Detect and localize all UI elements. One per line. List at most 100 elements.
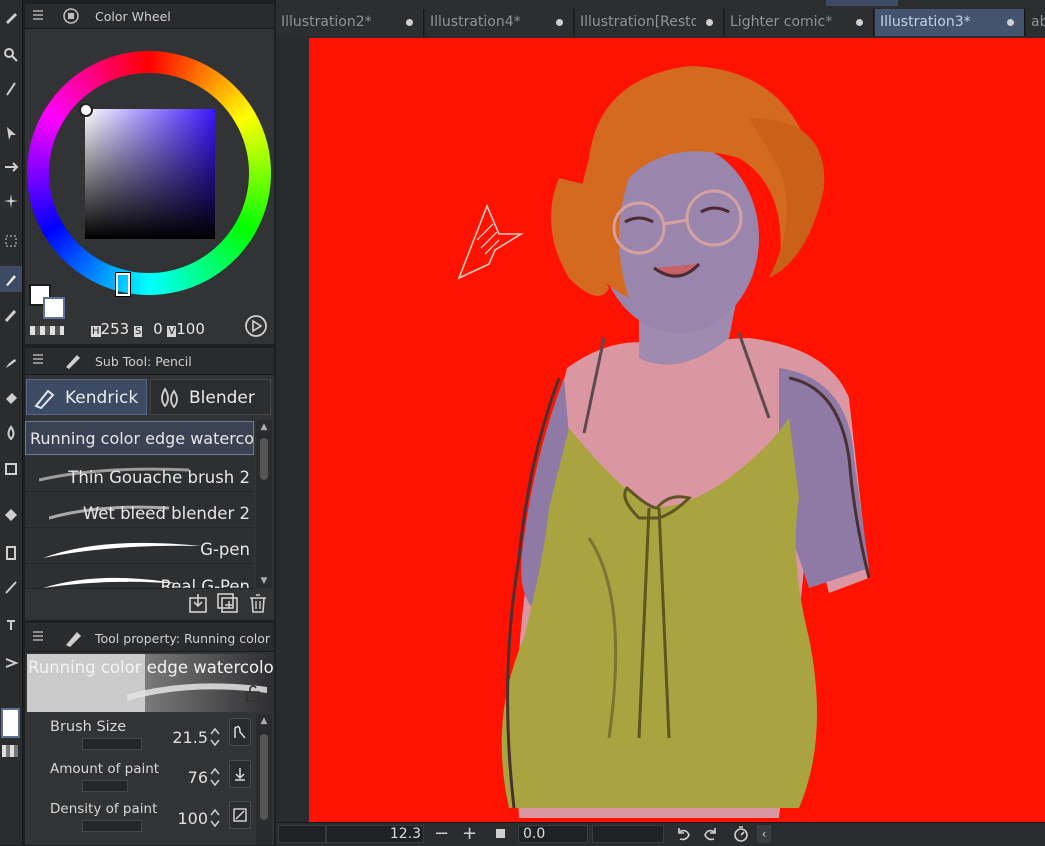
tab-label: Illustration2* (281, 14, 372, 30)
gradient-tool-button[interactable] (0, 502, 22, 528)
tab-illustration4[interactable]: Illustration4* (425, 9, 574, 36)
group-tab-kendrick[interactable]: Kendrick (26, 379, 147, 415)
sv-cursor[interactable] (79, 103, 93, 117)
scroll-down-icon[interactable]: ▼ (259, 576, 269, 586)
brush-item-g-pen[interactable]: G-pen (25, 528, 254, 564)
undo-icon[interactable] (674, 826, 692, 842)
hsv-readout: H253 S 0 V100 (91, 320, 205, 338)
tab-illustration2[interactable]: Illustration2* (276, 9, 424, 36)
scroll-thumb[interactable] (260, 734, 268, 820)
panel-grip-icon[interactable] (33, 354, 43, 364)
h-value[interactable]: 253 (101, 320, 130, 338)
amount-of-paint-label: Amount of paint (50, 761, 160, 777)
selection-tool-button[interactable] (0, 228, 22, 254)
tool-property-header: Tool property: Running color edge waterc… (25, 623, 274, 652)
rotation-field[interactable]: 0.0 (518, 825, 588, 843)
fit-button[interactable] (496, 829, 505, 838)
pen-tool-button[interactable] (0, 4, 22, 30)
scroll-thumb[interactable] (260, 438, 268, 480)
group-tab-label: Kendrick (65, 388, 139, 408)
move-tool-button[interactable] (0, 154, 22, 180)
property-scrollbar[interactable]: ▲ (256, 714, 272, 845)
zoom-in-button[interactable]: + (462, 823, 477, 844)
fill-tool-button[interactable] (0, 420, 22, 446)
s-value[interactable]: 0 (153, 320, 163, 338)
brush-name: Running color edge watercolor (28, 658, 273, 677)
zoom-out-button[interactable]: − (434, 823, 449, 844)
brush-size-slider[interactable] (82, 738, 142, 750)
tab-illustration3[interactable]: Illustration3* (875, 9, 1025, 36)
eraser-icon (6, 393, 17, 404)
pen-tool-active-button[interactable] (0, 266, 22, 292)
paint-settings-button[interactable] (229, 760, 251, 788)
scroll-up-icon[interactable]: ▲ (259, 422, 269, 432)
color-mode-toggle-icon[interactable] (244, 314, 268, 338)
zoom-tool-button[interactable] (0, 42, 22, 68)
brush-item-label: Real G-Pen (160, 577, 250, 589)
density-of-paint-value[interactable]: 100 (168, 809, 208, 828)
density-of-paint-slider[interactable] (82, 820, 142, 832)
gradient-icon (5, 509, 17, 521)
auto-select-tool-button[interactable] (0, 188, 22, 214)
reset-rotation-icon[interactable] (732, 825, 750, 843)
scroll-up-icon[interactable]: ▲ (259, 716, 269, 726)
download-icon (235, 768, 245, 781)
saturation-value-square[interactable] (85, 109, 215, 239)
status-bar: 12.3 − + 0.0 ‹ (276, 822, 1045, 846)
sub-color-swatch[interactable] (43, 297, 65, 319)
hue-cursor[interactable] (115, 272, 131, 297)
collapse-statusbar-button[interactable]: ‹ (757, 825, 771, 843)
brush-tool-button[interactable] (0, 350, 22, 376)
lock-icon[interactable] (245, 684, 261, 702)
brush-size-value[interactable]: 21.5 (168, 728, 208, 747)
decoration-tool-button[interactable] (0, 456, 22, 482)
ruler-icon (5, 581, 17, 594)
density-settings-button[interactable] (229, 801, 251, 829)
transparent-swatch[interactable] (30, 326, 64, 335)
rotation-slider[interactable] (592, 825, 664, 843)
brush-item-running-color-edge[interactable]: Running color edge watercolor (25, 421, 254, 455)
eyedropper-tool-button[interactable] (0, 302, 22, 328)
main-color-chip[interactable] (1, 708, 20, 738)
tab-ab[interactable]: ab (1026, 9, 1045, 36)
import-icon[interactable] (187, 592, 209, 614)
tab-lighter-comic[interactable]: Lighter comic* (725, 9, 874, 36)
navigator-slider[interactable] (278, 825, 326, 843)
redo-icon[interactable] (702, 826, 720, 842)
figure-tool-button[interactable] (0, 540, 22, 566)
balloon-tool-button[interactable] (0, 650, 22, 676)
tab-label: Illustration4* (430, 14, 521, 30)
ruler-tool-button[interactable] (0, 574, 22, 600)
brush-size-stepper[interactable] (209, 726, 221, 748)
brush-item-label: Thin Gouache brush 2 (68, 468, 250, 487)
sub-tool-header: Sub Tool: Pencil (25, 348, 274, 375)
toolbar-highlight[interactable] (826, 0, 898, 6)
v-value[interactable]: 100 (176, 320, 205, 338)
duplicate-icon[interactable] (216, 592, 240, 614)
object-tool-button[interactable] (0, 120, 22, 146)
move-icon (5, 162, 19, 172)
transparent-color-chip[interactable] (2, 745, 18, 757)
group-tab-blender[interactable]: Blender (150, 379, 271, 415)
drawing-canvas[interactable] (309, 38, 1045, 822)
pen-icon (66, 632, 81, 647)
brush-item-wet-bleed[interactable]: Wet bleed blender 2 (25, 492, 254, 528)
amount-of-paint-value[interactable]: 76 (168, 768, 208, 787)
pencil-tool-button[interactable] (0, 76, 22, 102)
trash-icon[interactable] (247, 592, 269, 614)
brush-list-scrollbar[interactable]: ▲ ▼ (256, 420, 272, 588)
arrow-icon (7, 127, 16, 140)
amount-of-paint-slider[interactable] (82, 780, 128, 792)
text-tool-button[interactable] (0, 612, 22, 638)
eraser-tool-button[interactable] (0, 384, 22, 410)
brush-item-thin-gouache[interactable]: Thin Gouache brush 2 (25, 456, 254, 492)
tab-illustration-restored[interactable]: Illustration[Restored] (575, 9, 724, 36)
document-tab-bar: Illustration2* Illustration4* Illustrati… (276, 9, 1045, 36)
panel-grip-icon[interactable] (33, 631, 43, 641)
amount-of-paint-stepper[interactable] (209, 766, 221, 788)
zoom-field[interactable]: 12.3 (326, 825, 424, 843)
pressure-settings-button[interactable] (229, 718, 251, 746)
brush-item-real-g-pen[interactable]: Real G-Pen (25, 564, 254, 589)
density-of-paint-stepper[interactable] (209, 807, 221, 829)
panel-grip-icon[interactable] (33, 10, 43, 20)
